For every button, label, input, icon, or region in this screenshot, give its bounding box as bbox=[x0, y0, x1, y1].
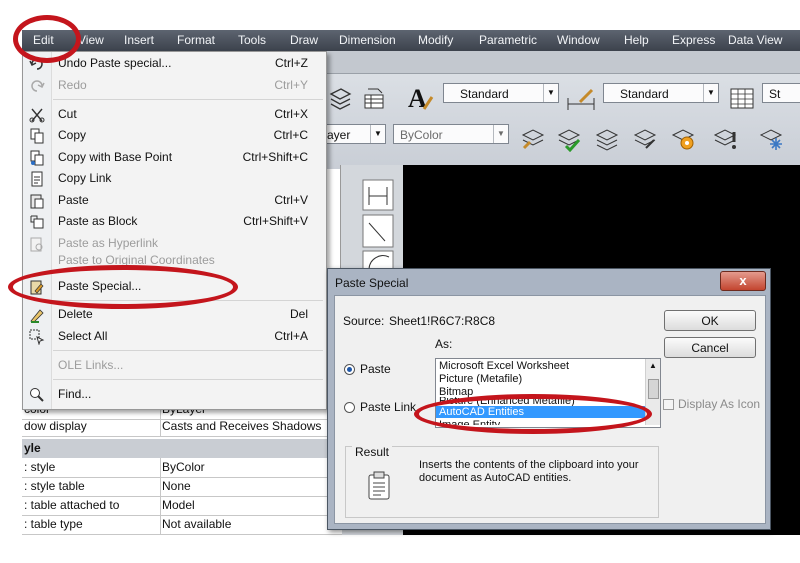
menu-item-copy[interactable]: Copy Ctrl+C bbox=[23, 125, 326, 146]
menu-draw[interactable]: Draw bbox=[290, 33, 318, 47]
property-row[interactable]: : style ByColor bbox=[22, 458, 342, 478]
scissors-icon bbox=[29, 107, 45, 123]
menu-parametric[interactable]: Parametric bbox=[479, 33, 537, 47]
menu-item-ole-links[interactable]: OLE Links... bbox=[23, 355, 326, 376]
paste-link-radio-label[interactable]: Paste Link bbox=[360, 400, 416, 414]
scroll-up-icon[interactable]: ▲ bbox=[649, 361, 657, 370]
table-style-combo[interactable]: St bbox=[762, 83, 800, 103]
annotation-oval-edit bbox=[13, 15, 81, 63]
text-style-icon[interactable]: A bbox=[406, 83, 434, 113]
text-style-combo[interactable]: Standard ▼ bbox=[443, 83, 559, 103]
dialog-title: Paste Special bbox=[335, 276, 409, 290]
as-label: As: bbox=[435, 337, 453, 351]
menu-tools[interactable]: Tools bbox=[238, 33, 266, 47]
menu-item-select-all[interactable]: Select All Ctrl+A bbox=[23, 326, 326, 347]
property-section-header[interactable]: yle bbox=[22, 439, 342, 458]
list-item[interactable]: Microsoft Excel Worksheet bbox=[436, 360, 647, 372]
menu-item-paste-as-hyperlink[interactable]: Paste as Hyperlink bbox=[23, 233, 326, 254]
paste-radio-label[interactable]: Paste bbox=[360, 362, 391, 376]
property-row[interactable]: dow display Casts and Receives Shadows bbox=[22, 417, 342, 437]
menu-separator bbox=[53, 350, 323, 351]
layer-settings-icon[interactable] bbox=[670, 126, 695, 150]
source-value: Sheet1!R6C7:R8C8 bbox=[389, 314, 496, 328]
cancel-button[interactable]: Cancel bbox=[664, 337, 756, 358]
layer-isolate-icon[interactable] bbox=[712, 126, 737, 150]
ok-button[interactable]: OK bbox=[664, 310, 756, 331]
scroll-thumb[interactable] bbox=[648, 379, 659, 399]
find-icon bbox=[29, 387, 45, 403]
edit-menu-dropdown: Undo Paste special... Ctrl+Z Redo Ctrl+Y… bbox=[22, 51, 327, 410]
copy-base-point-icon bbox=[29, 150, 45, 166]
paste-coordinates-icon bbox=[29, 257, 45, 268]
layer-previous-icon[interactable] bbox=[594, 126, 619, 151]
menu-item-paste[interactable]: Paste Ctrl+V bbox=[23, 190, 326, 211]
layer-walk-icon[interactable] bbox=[632, 126, 657, 150]
layer-tool-icon[interactable] bbox=[328, 86, 352, 110]
dimension-style-combo[interactable]: Standard ▼ bbox=[603, 83, 719, 103]
menu-item-copy-base-point[interactable]: Copy with Base Point Ctrl+Shift+C bbox=[23, 147, 326, 168]
toolbar-top-strip bbox=[320, 51, 800, 74]
paste-block-icon bbox=[29, 214, 45, 230]
clipboard-icon bbox=[366, 471, 392, 504]
property-row[interactable]: : table type Not available bbox=[22, 515, 342, 535]
annotation-oval-paste-special bbox=[8, 265, 238, 309]
menu-separator bbox=[53, 379, 323, 380]
menu-item-cut[interactable]: Cut Ctrl+X bbox=[23, 104, 326, 125]
source-label: Source: bbox=[343, 314, 385, 328]
list-item[interactable]: Picture (Metafile) bbox=[436, 373, 647, 385]
redo-icon bbox=[29, 78, 45, 94]
eraser-icon bbox=[29, 307, 45, 323]
menu-express[interactable]: Express bbox=[672, 33, 715, 47]
select-all-icon bbox=[29, 329, 45, 346]
menu-format[interactable]: Format bbox=[177, 33, 215, 47]
paste-radio[interactable] bbox=[344, 364, 355, 375]
result-box: Result Inserts the contents of the clipb… bbox=[345, 445, 659, 518]
menu-item-paste-as-block[interactable]: Paste as Block Ctrl+Shift+V bbox=[23, 211, 326, 232]
layer-properties-icon[interactable] bbox=[362, 86, 386, 110]
chevron-down-icon: ▼ bbox=[543, 84, 558, 102]
paste-icon bbox=[29, 193, 45, 209]
menu-view[interactable]: View bbox=[78, 33, 104, 47]
menu-item-copy-link[interactable]: Copy Link bbox=[23, 168, 326, 189]
menu-item-find[interactable]: Find... bbox=[23, 384, 326, 405]
color-combo[interactable]: ByColor ▼ bbox=[393, 124, 509, 144]
properties-panel: colorByLayer dow displayCasts and Receiv… bbox=[22, 400, 342, 535]
menu-item-paste-to-original-coordinates[interactable]: Paste to Original Coordinates bbox=[23, 254, 326, 268]
result-label: Result bbox=[352, 445, 393, 459]
copy-icon bbox=[29, 128, 45, 144]
chevron-down-icon: ▼ bbox=[493, 125, 508, 143]
menu-item-redo[interactable]: Redo Ctrl+Y bbox=[23, 75, 326, 96]
close-button[interactable]: x bbox=[720, 271, 766, 291]
layer-check-icon[interactable] bbox=[556, 126, 581, 153]
dimension-style-icon[interactable] bbox=[566, 86, 595, 110]
table-style-icon[interactable] bbox=[729, 86, 754, 110]
property-row[interactable]: : style table None bbox=[22, 477, 342, 497]
layer-match-icon[interactable] bbox=[520, 126, 545, 150]
copy-link-icon bbox=[29, 171, 45, 187]
display-as-icon-checkbox[interactable] bbox=[663, 399, 674, 410]
menu-bar: Edit View Insert Format Tools Draw Dimen… bbox=[22, 30, 800, 51]
chevron-down-icon: ▼ bbox=[703, 84, 718, 102]
menu-dimension[interactable]: Dimension bbox=[339, 33, 396, 47]
menu-insert[interactable]: Insert bbox=[124, 33, 154, 47]
paste-link-radio[interactable] bbox=[344, 402, 355, 413]
chevron-down-icon: ▼ bbox=[370, 125, 385, 143]
property-row[interactable]: : table attached to Model bbox=[22, 496, 342, 516]
display-as-icon-label[interactable]: Display As Icon bbox=[678, 397, 760, 411]
paste-hyperlink-icon bbox=[29, 236, 45, 252]
layer-freeze-icon[interactable] bbox=[758, 126, 783, 150]
annotation-oval-autocad-entities bbox=[414, 394, 652, 434]
menu-item-delete[interactable]: Delete Del bbox=[23, 304, 326, 325]
menu-data-view[interactable]: Data View bbox=[728, 33, 782, 47]
menu-modify[interactable]: Modify bbox=[418, 33, 453, 47]
menu-separator bbox=[53, 99, 323, 100]
menu-window[interactable]: Window bbox=[557, 33, 600, 47]
result-description: Inserts the contents of the clipboard in… bbox=[419, 459, 639, 484]
menu-help[interactable]: Help bbox=[624, 33, 649, 47]
